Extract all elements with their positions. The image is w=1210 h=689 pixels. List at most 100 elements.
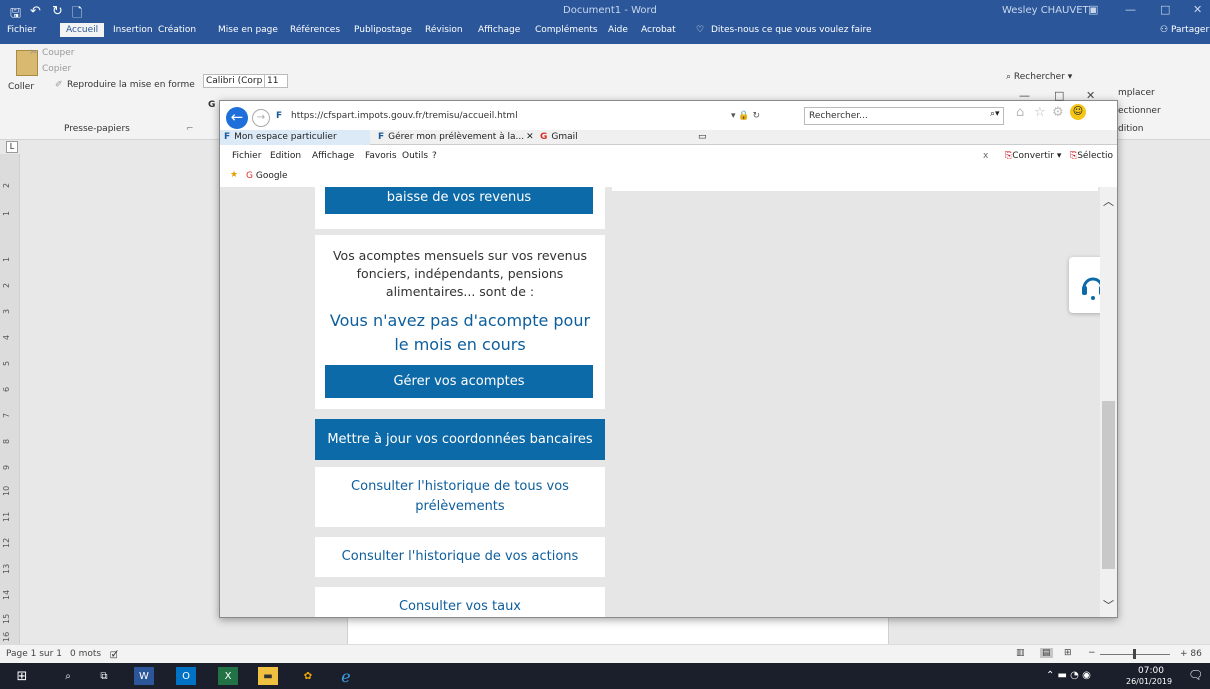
windows-start-icon[interactable]: ⊞ <box>12 667 32 685</box>
ie-tab-strip: F Mon espace particulier F Gérer mon prélè… <box>220 130 1117 145</box>
tab-fichier[interactable]: Fichier <box>7 25 36 35</box>
paste-button[interactable]: Coller <box>8 82 34 92</box>
clock-time[interactable]: 07:00 <box>1138 666 1164 676</box>
web-layout-icon[interactable]: ⊞ <box>1064 648 1072 658</box>
page-count[interactable]: Page 1 sur 1 <box>6 649 62 659</box>
notification-icon[interactable]: 🗨 <box>1188 668 1203 682</box>
menu-favoris[interactable]: Favoris <box>365 151 397 161</box>
home-icon[interactable]: ⌂ <box>1016 105 1024 120</box>
favorites-icon[interactable]: ★ <box>230 170 238 180</box>
tab-selector-icon[interactable]: L <box>6 141 18 153</box>
share-button[interactable]: ⚇ Partager <box>1160 25 1209 35</box>
find-label: Rechercher <box>1013 72 1065 82</box>
close-toolbar-icon[interactable]: x <box>983 151 988 161</box>
read-mode-icon[interactable]: ▥ <box>1016 648 1025 658</box>
menu-affichage[interactable]: Affichage <box>312 151 354 161</box>
tab-acrobat[interactable]: Acrobat <box>641 25 676 35</box>
address-bar[interactable]: F https://cfspart.impots.gouv.fr/tremisu… <box>276 107 796 125</box>
tab-revision[interactable]: Révision <box>425 25 463 35</box>
view-rates-link[interactable]: Consulter vos taux <box>315 599 605 614</box>
convert-button[interactable]: ⎘Convertir ▾ <box>1005 151 1061 161</box>
search-taskbar-icon[interactable]: ⌕ <box>58 667 78 685</box>
outlook-app-icon[interactable]: O <box>176 667 196 685</box>
ruler-num: 10 <box>2 485 11 496</box>
undo-icon[interactable]: ↶ <box>30 4 41 19</box>
settings-gear-icon[interactable]: ⚙ <box>1052 105 1064 120</box>
feedback-smiley-icon[interactable]: ☺ <box>1070 104 1086 120</box>
lock-icon[interactable]: ▾ 🔒 ↻ <box>731 107 760 125</box>
copy-button[interactable]: Copier <box>42 64 71 74</box>
back-button[interactable]: ← <box>226 107 248 129</box>
editing-group-label: dition <box>1118 124 1144 134</box>
income-drop-button[interactable]: baisse de vos revenus <box>325 187 593 214</box>
scrollbar-thumb[interactable] <box>1102 401 1115 569</box>
zoom-slider-thumb[interactable] <box>1133 649 1136 659</box>
history-actions-link[interactable]: Consulter l'historique de vos actions <box>315 549 605 564</box>
tab-close-icon[interactable]: ✕ <box>526 132 534 142</box>
tab-gerer-prelevement[interactable]: F Gérer mon prélèvement à la... ✕ <box>374 130 534 145</box>
word-count[interactable]: 0 mots <box>70 649 101 659</box>
ie-maximize-icon[interactable]: □ <box>1054 89 1064 102</box>
tab-aide[interactable]: Aide <box>608 25 628 35</box>
bold-icon[interactable]: G <box>208 100 215 110</box>
tab-creation[interactable]: Création <box>158 25 196 35</box>
print-layout-icon[interactable]: ▤ <box>1040 648 1053 658</box>
tab-gmail[interactable]: G Gmail <box>536 130 676 145</box>
tab-mise-en-page[interactable]: Mise en page <box>218 25 278 35</box>
tab-mon-espace[interactable]: F Mon espace particulier <box>220 130 370 145</box>
scroll-up-icon[interactable]: ︿ <box>1103 193 1114 209</box>
system-tray-icon[interactable]: ⌃ ▬ ◔ ◉ <box>1046 670 1091 681</box>
paint-app-icon[interactable]: ✿ <box>298 667 318 685</box>
close-icon[interactable]: ✕ <box>1193 3 1202 16</box>
cut-icon[interactable]: ✂ <box>30 48 38 58</box>
tell-me-input[interactable]: Dites-nous ce que vous voulez faire <box>711 25 872 35</box>
format-painter-icon[interactable]: ✐ <box>55 80 63 90</box>
find-button[interactable]: ⌕ Rechercher ▾ <box>1006 72 1072 82</box>
format-painter-button[interactable]: Reproduire la mise en forme <box>67 80 195 90</box>
search-icon[interactable]: ⌕▾ <box>990 109 1000 119</box>
replace-button[interactable]: mplacer <box>1118 88 1155 98</box>
word-app-icon[interactable]: W <box>134 667 154 685</box>
tab-affichage[interactable]: Affichage <box>478 25 520 35</box>
proofing-icon[interactable]: 🗹 <box>110 648 118 664</box>
forward-button[interactable]: → <box>252 109 270 127</box>
favorite-google[interactable]: G Google <box>246 171 288 181</box>
select-button[interactable]: ⎘Sélectio <box>1070 151 1113 161</box>
cut-button[interactable]: Couper <box>42 48 74 58</box>
task-view-icon[interactable]: ⧉ <box>94 667 114 685</box>
menu-outils[interactable]: Outils <box>402 151 428 161</box>
tab-accueil[interactable]: Accueil <box>60 23 105 37</box>
maximize-icon[interactable]: □ <box>1160 3 1170 16</box>
minimize-icon[interactable]: — <box>1125 3 1136 16</box>
scroll-down-icon[interactable]: ﹀ <box>1103 597 1114 613</box>
tab-publipostage[interactable]: Publipostage <box>354 25 412 35</box>
select-button[interactable]: ectionner <box>1118 106 1161 116</box>
ribbon-display-icon[interactable]: ▣ <box>1088 3 1098 16</box>
clock-date[interactable]: 26/01/2019 <box>1126 677 1172 686</box>
redo-icon[interactable]: ↻ <box>52 4 63 19</box>
update-bank-button[interactable]: Mettre à jour vos coordonnées bancaires <box>315 419 605 460</box>
internet-explorer-icon[interactable]: ℯ <box>336 667 356 686</box>
save-icon[interactable]: 🖫 <box>10 4 21 26</box>
zoom-level[interactable]: + 86 <box>1180 649 1202 659</box>
history-prelevements-link[interactable]: Consulter l'historique de tous vos prélè… <box>315 477 605 517</box>
menu-help[interactable]: ? <box>432 151 437 161</box>
favorites-star-icon[interactable]: ☆ <box>1034 105 1046 120</box>
ie-search-input[interactable]: Rechercher... <box>804 107 1004 125</box>
tab-references[interactable]: Références <box>290 25 340 35</box>
excel-app-icon[interactable]: X <box>218 667 238 685</box>
clipboard-launcher-icon[interactable]: ⌐ <box>186 124 194 134</box>
ie-close-icon[interactable]: ✕ <box>1086 89 1095 102</box>
word-user-name[interactable]: Wesley CHAUVET <box>1002 5 1089 16</box>
new-tab-icon[interactable]: ▭ <box>694 130 712 145</box>
manage-acomptes-button[interactable]: Gérer vos acomptes <box>325 365 593 398</box>
tab-complements[interactable]: Compléments <box>535 25 598 35</box>
vertical-scrollbar[interactable]: ︿ ﹀ <box>1100 187 1117 617</box>
ie-minimize-icon[interactable]: — <box>1019 89 1030 102</box>
zoom-out-icon[interactable]: − <box>1088 648 1096 658</box>
file-explorer-icon[interactable]: ▬ <box>258 667 278 685</box>
menu-fichier[interactable]: Fichier <box>232 151 261 161</box>
font-size-select[interactable]: 11 <box>264 74 288 88</box>
tab-insertion[interactable]: Insertion <box>113 25 153 35</box>
menu-edition[interactable]: Edition <box>270 151 301 161</box>
